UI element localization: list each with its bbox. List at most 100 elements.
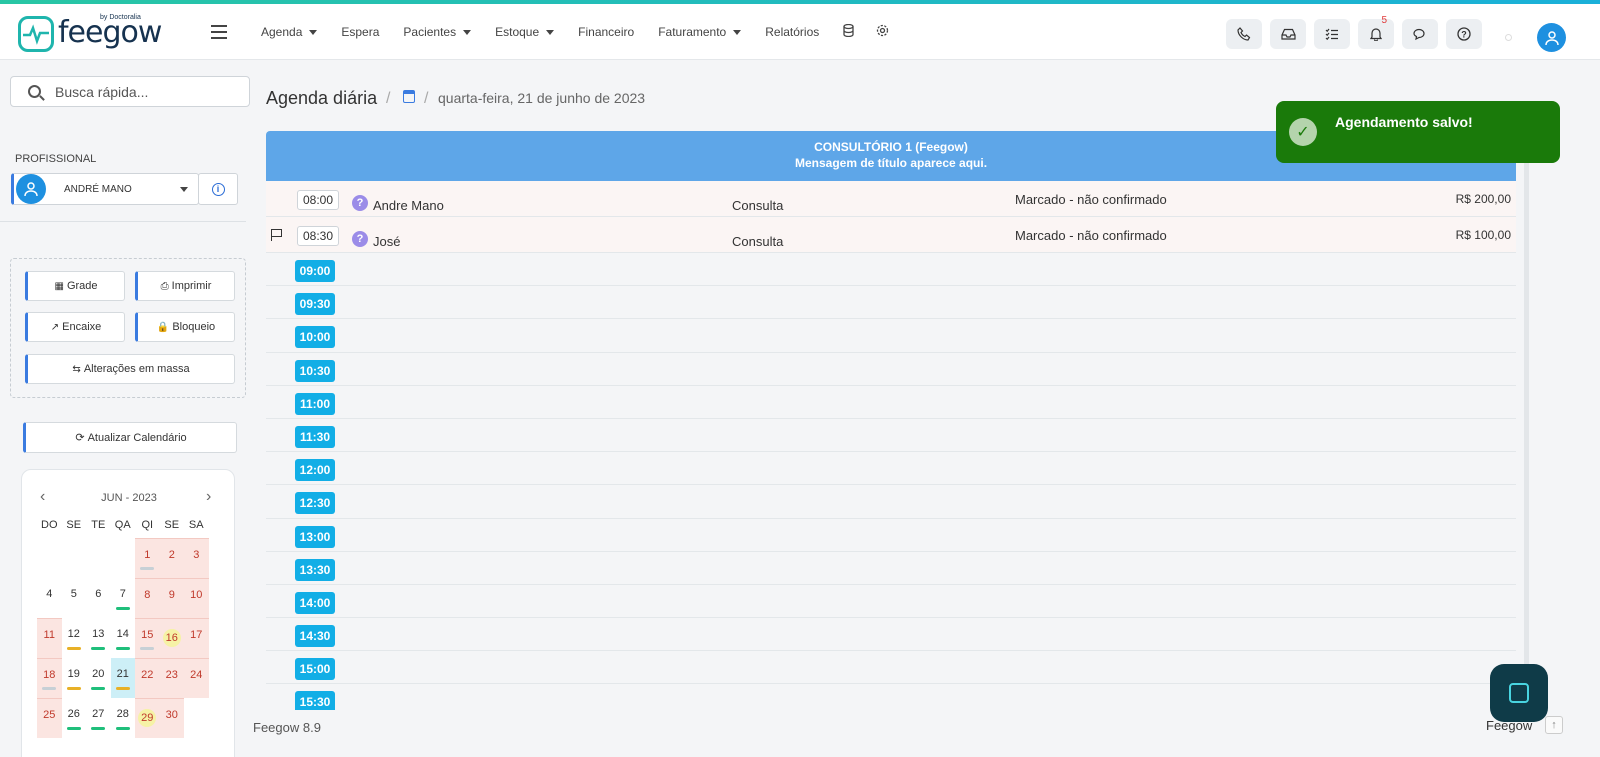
- free-slot-time-button[interactable]: 10:30: [295, 359, 335, 382]
- calendar-day[interactable]: 30: [159, 698, 184, 738]
- phone-icon[interactable]: [1226, 19, 1262, 49]
- appointment-time[interactable]: 08:30: [297, 226, 339, 246]
- user-avatar[interactable]: [1537, 23, 1566, 52]
- free-slot-time-button[interactable]: 13:30: [295, 558, 335, 581]
- calendar-day[interactable]: 25: [37, 698, 62, 738]
- availability-indicator: [91, 647, 105, 650]
- calendar-day[interactable]: 13: [86, 618, 111, 658]
- calendar-day[interactable]: 2: [159, 538, 184, 578]
- calendar-day[interactable]: 10: [184, 578, 209, 618]
- calendar-day[interactable]: 6: [86, 578, 111, 618]
- search-input[interactable]: [55, 83, 235, 100]
- calendar-day[interactable]: 18: [37, 658, 62, 698]
- calendar-day[interactable]: 7: [111, 578, 136, 618]
- calendar-day[interactable]: 15: [135, 618, 160, 658]
- nav-agenda[interactable]: Agenda: [261, 25, 318, 39]
- toast-message: Agendamento salvo!: [1335, 114, 1473, 130]
- free-slot-time-button[interactable]: 11:00: [295, 392, 335, 415]
- calendar-day[interactable]: 28: [111, 698, 136, 738]
- menu-toggle-icon[interactable]: [211, 25, 227, 39]
- gear-icon[interactable]: [876, 24, 889, 40]
- appointment-time[interactable]: 08:00: [297, 190, 339, 210]
- nav-relatorios[interactable]: Relatórios: [765, 25, 819, 39]
- nav-label: Agenda: [261, 25, 303, 39]
- free-slot-time-button[interactable]: 13:00: [295, 525, 335, 548]
- free-slot-time-button[interactable]: 14:00: [295, 591, 335, 614]
- calendar-day[interactable]: 21: [110, 658, 135, 698]
- info-icon: i: [211, 182, 225, 196]
- encaixe-button[interactable]: ↗ Encaixe: [25, 312, 125, 342]
- calendar-day[interactable]: 23: [159, 658, 184, 698]
- quick-search[interactable]: [10, 76, 250, 107]
- professional-select[interactable]: ANDRÉ MANO: [11, 173, 199, 205]
- calendar-day[interactable]: 29: [135, 698, 160, 738]
- free-slot-row: 13:00: [266, 519, 1516, 552]
- nav-pacientes[interactable]: Pacientes: [403, 25, 472, 39]
- calendar-day[interactable]: 9: [159, 578, 184, 618]
- free-slot-time-button[interactable]: 09:00: [295, 260, 335, 282]
- free-slot-time-button[interactable]: 09:30: [295, 293, 335, 316]
- checklist-icon[interactable]: [1314, 19, 1350, 49]
- schedule-scrollbar[interactable]: [1524, 131, 1529, 711]
- calendar-day-number: 13: [92, 628, 105, 640]
- grade-button[interactable]: ▦ Grade: [25, 271, 125, 301]
- calendar-day[interactable]: 4: [37, 578, 62, 618]
- bloqueio-button[interactable]: 🔒 Bloqueio: [135, 312, 235, 342]
- floating-action-button[interactable]: [1490, 664, 1548, 722]
- free-slot-time-button[interactable]: 14:30: [295, 625, 335, 648]
- appointment-row[interactable]: 08:00? Andre Mano Consulta Marcado - não co…: [266, 181, 1516, 217]
- main-nav: Agenda Espera Pacientes Estoque Financei…: [261, 4, 911, 60]
- calendar-day[interactable]: 19: [62, 658, 87, 698]
- database-icon[interactable]: [843, 23, 854, 40]
- calendar-day-number: 23: [165, 669, 178, 681]
- chat-icon[interactable]: [1402, 19, 1438, 49]
- free-slot-time-button[interactable]: 10:00: [295, 326, 335, 349]
- calendar-day[interactable]: 24: [184, 658, 209, 698]
- calendar-day[interactable]: 3: [184, 538, 209, 578]
- calendar-day-number: 16: [162, 629, 181, 647]
- nav-estoque[interactable]: Estoque: [495, 25, 555, 39]
- inbox-icon[interactable]: [1270, 19, 1306, 49]
- feegow-logo[interactable]: feegow by Doctoralia: [18, 14, 162, 52]
- caret-down-icon: [733, 29, 742, 35]
- calendar-day[interactable]: 8: [135, 578, 160, 618]
- free-slot-time-button[interactable]: 12:30: [295, 492, 335, 515]
- nav-espera[interactable]: Espera: [341, 25, 379, 39]
- patient-name[interactable]: Andre Mano: [373, 198, 444, 213]
- help-icon[interactable]: ?: [1446, 19, 1482, 49]
- footer-version: Feegow 8.9: [253, 720, 321, 735]
- bell-icon[interactable]: 5: [1358, 15, 1394, 49]
- free-slot-time-button[interactable]: 11:30: [295, 425, 335, 448]
- patient-name[interactable]: José: [373, 234, 400, 249]
- calendar-day[interactable]: 17: [184, 618, 209, 658]
- mass-changes-button[interactable]: ⇆ Alterações em massa: [25, 354, 235, 384]
- calendar-day[interactable]: 5: [62, 578, 87, 618]
- chevron-right-icon[interactable]: ›: [206, 488, 211, 506]
- calendar-day[interactable]: 12: [62, 618, 87, 658]
- question-icon: ?: [352, 195, 368, 211]
- calendar-day[interactable]: 14: [111, 618, 136, 658]
- calendar-icon[interactable]: [403, 90, 415, 103]
- scroll-top-icon[interactable]: ↑: [1545, 716, 1563, 734]
- calendar-day[interactable]: 1: [135, 538, 160, 578]
- flag-icon[interactable]: [271, 229, 283, 241]
- nav-faturamento[interactable]: Faturamento: [658, 25, 742, 39]
- appointment-row[interactable]: 08:30? José Consulta Marcado - não confirma…: [266, 217, 1516, 253]
- free-slot-time-button[interactable]: 12:00: [295, 459, 335, 482]
- free-slot-row: 09:00: [266, 253, 1516, 287]
- button-label: Atualizar Calendário: [87, 431, 187, 444]
- free-slot-time-button[interactable]: 15:00: [295, 658, 335, 681]
- print-button[interactable]: ⎙ Imprimir: [135, 271, 235, 301]
- calendar-day-number: 22: [141, 669, 154, 681]
- calendar-day[interactable]: 26: [62, 698, 87, 738]
- calendar-day[interactable]: 20: [86, 658, 111, 698]
- footer: Feegow 8.9 Feegow ↑: [252, 710, 1600, 757]
- calendar-day[interactable]: 16: [159, 618, 184, 658]
- refresh-calendar-button[interactable]: ⟳ Atualizar Calendário: [23, 422, 237, 453]
- nav-financeiro[interactable]: Financeiro: [578, 25, 634, 39]
- calendar-day[interactable]: 27: [86, 698, 111, 738]
- button-label: Grade: [66, 280, 98, 292]
- calendar-day[interactable]: 22: [135, 658, 160, 698]
- professional-info-button[interactable]: i: [198, 173, 238, 205]
- calendar-day[interactable]: 11: [37, 618, 62, 658]
